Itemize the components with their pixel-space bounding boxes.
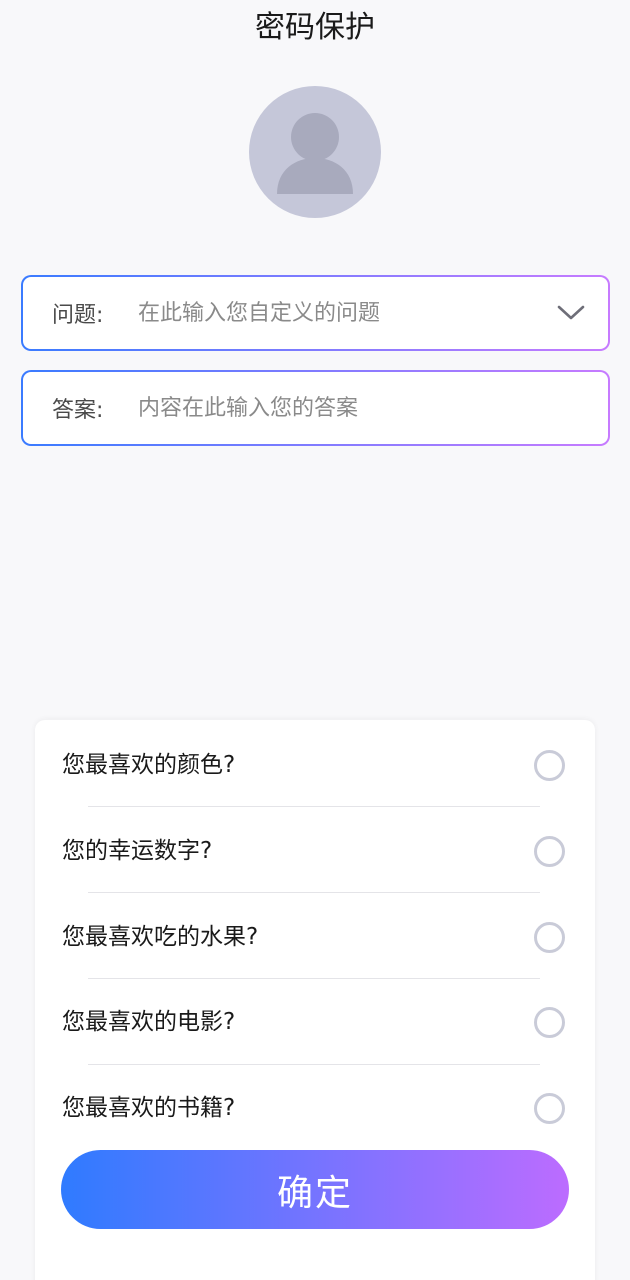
password-protection-page: 密码保护 问题: 答案: 您最喜欢的颜色? bbox=[0, 0, 630, 1280]
question-option-label: 您最喜欢的颜色? bbox=[62, 752, 236, 778]
answer-field[interactable]: 答案: bbox=[21, 370, 610, 446]
answer-input[interactable] bbox=[138, 395, 586, 421]
question-option[interactable]: 您的幸运数字? bbox=[35, 808, 595, 894]
radio-button[interactable] bbox=[534, 1007, 565, 1038]
question-option-label: 您最喜欢的书籍? bbox=[62, 1095, 236, 1121]
question-option-label: 您的幸运数字? bbox=[62, 838, 213, 864]
answer-label: 答案: bbox=[52, 398, 104, 423]
question-option[interactable]: 您最喜欢吃的水果? bbox=[35, 894, 595, 980]
question-label: 问题: bbox=[52, 303, 104, 328]
radio-button[interactable] bbox=[534, 922, 565, 953]
question-option[interactable]: 您最喜欢的颜色? bbox=[35, 722, 595, 808]
avatar bbox=[249, 86, 381, 218]
question-option-label: 您最喜欢吃的水果? bbox=[62, 924, 259, 950]
radio-button[interactable] bbox=[534, 750, 565, 781]
radio-button[interactable] bbox=[534, 1093, 565, 1124]
question-option[interactable]: 您最喜欢的书籍? bbox=[35, 1065, 595, 1151]
radio-button[interactable] bbox=[534, 836, 565, 867]
page-title: 密码保护 bbox=[255, 10, 375, 45]
question-field[interactable]: 问题: bbox=[21, 275, 610, 351]
question-input[interactable] bbox=[138, 300, 556, 326]
question-picker-sheet: 您最喜欢的颜色? 您的幸运数字? 您最喜欢吃的水果? 您最喜欢的电影? 您最喜欢… bbox=[35, 720, 595, 1280]
user-avatar-icon bbox=[277, 113, 353, 194]
divider bbox=[88, 892, 540, 893]
chevron-down-icon[interactable] bbox=[556, 298, 586, 328]
divider bbox=[88, 806, 540, 807]
question-option[interactable]: 您最喜欢的电影? bbox=[35, 979, 595, 1065]
question-option-label: 您最喜欢的电影? bbox=[62, 1009, 236, 1035]
confirm-button[interactable]: 确定 bbox=[61, 1150, 569, 1229]
